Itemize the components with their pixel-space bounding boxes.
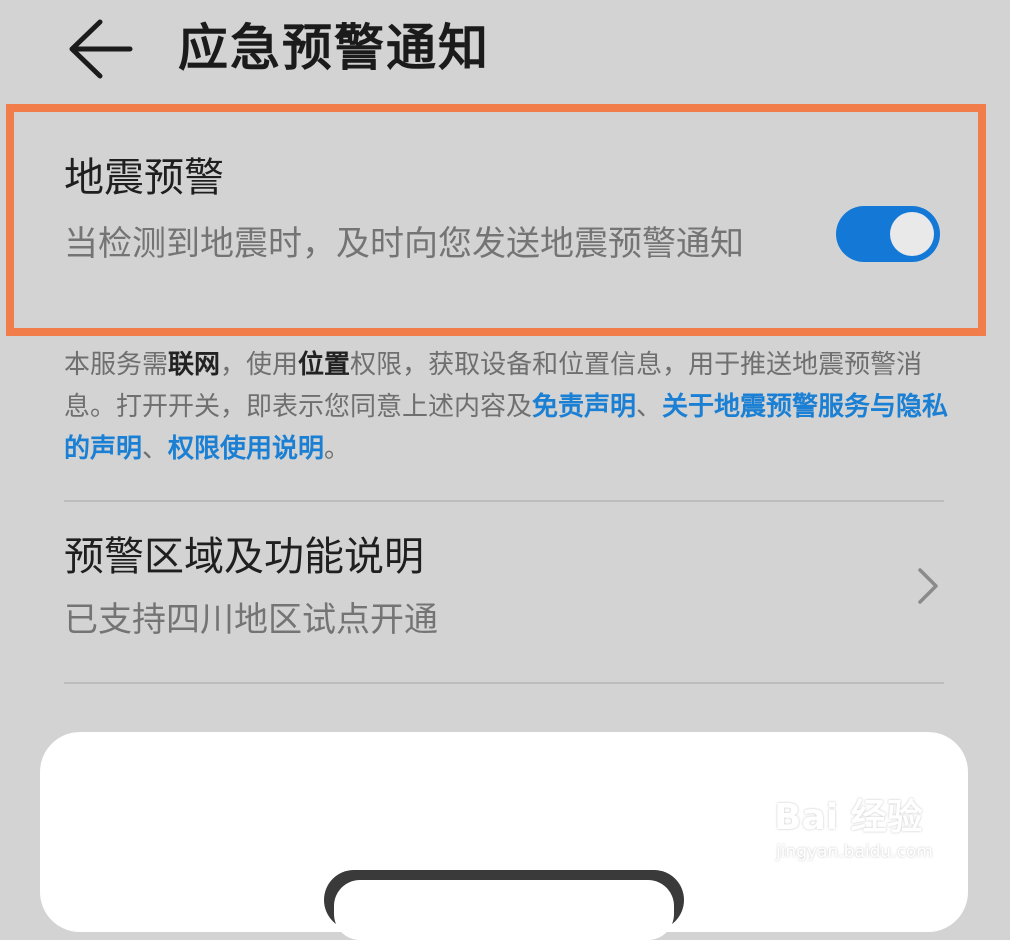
disclaimer-link[interactable]: 免责声明	[532, 392, 636, 422]
toggle-knob	[890, 212, 934, 256]
region-info-subtitle: 已支持四川地区试点开通	[64, 600, 438, 640]
watermark-main: Bai 经验	[774, 797, 923, 838]
chevron-right-icon	[918, 568, 938, 604]
disclaimer-separator: 、	[636, 392, 663, 422]
arrow-left-icon	[69, 19, 133, 79]
disclaimer-text: 本服务需联网，使用位置权限，获取设备和位置信息，用于推送地震预警消息。打开开关，…	[64, 344, 954, 470]
disclaimer-end: 。	[324, 434, 351, 464]
disclaimer-separator: 、	[142, 434, 169, 464]
earthquake-warning-description: 当检测到地震时，及时向您发送地震预警通知	[64, 224, 744, 264]
header: 应急预警通知	[0, 0, 1010, 100]
earthquake-warning-title: 地震预警	[64, 155, 224, 201]
disclaimer-part: ，使用	[220, 350, 299, 380]
page-title: 应急预警通知	[178, 19, 490, 77]
permission-usage-link[interactable]: 权限使用说明	[168, 434, 324, 464]
watermark-url: jingyan.baidu.com	[776, 842, 933, 862]
bottom-sheet-button-inner	[334, 880, 674, 940]
network-keyword: 联网	[168, 350, 221, 380]
divider	[64, 500, 944, 502]
location-keyword: 位置	[298, 350, 351, 380]
earthquake-warning-toggle[interactable]	[836, 206, 940, 262]
screen: 应急预警通知 地震预警 当检测到地震时，及时向您发送地震预警通知 本服务需联网，…	[0, 0, 1010, 940]
region-info-row-chevron[interactable]	[912, 564, 942, 608]
baidu-watermark: Bai 经验 jingyan.baidu.com	[774, 796, 984, 866]
region-info-title[interactable]: 预警区域及功能说明	[64, 530, 424, 584]
disclaimer-part: 本服务需	[64, 350, 169, 380]
divider	[64, 682, 944, 684]
back-button[interactable]	[64, 18, 134, 80]
